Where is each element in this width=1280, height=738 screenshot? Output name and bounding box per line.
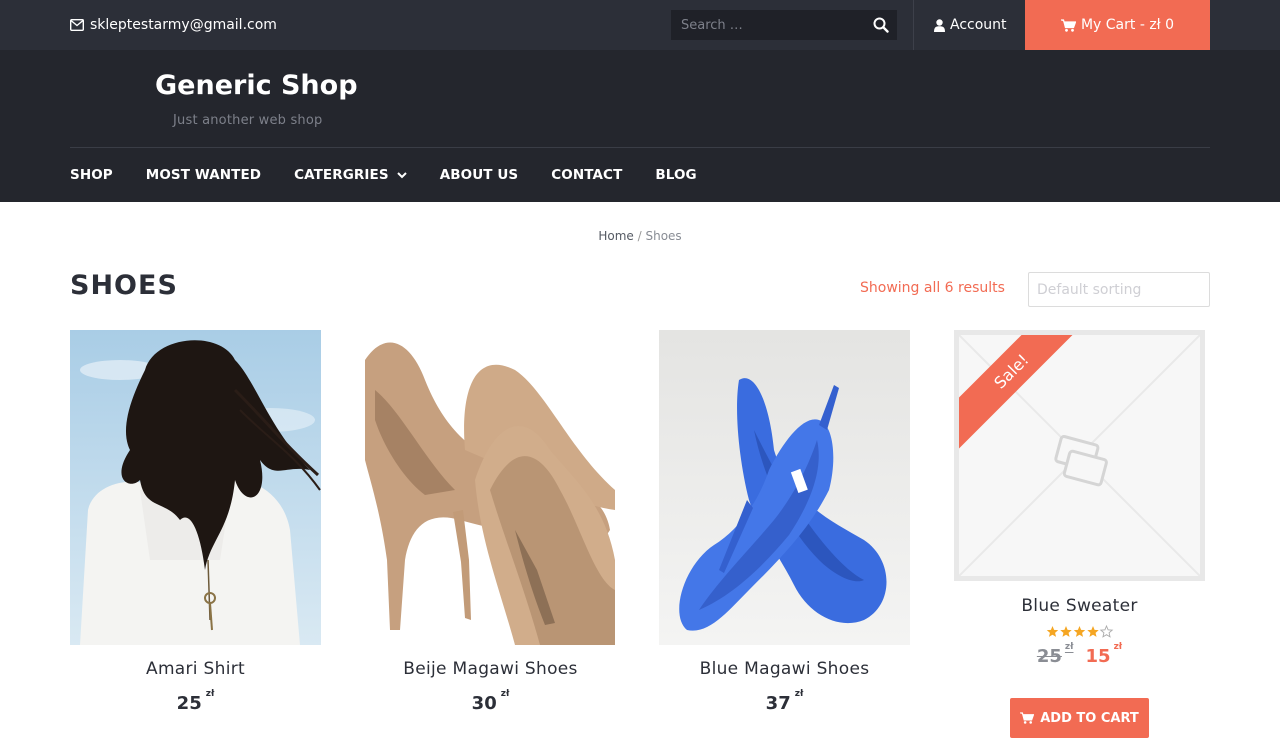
nav-item-label: ABOUT US [439, 167, 519, 183]
cart-icon [1020, 712, 1035, 724]
product-card: Blue Magawi Shoes 37 zł [659, 330, 910, 714]
nav-item-label: SHOP [70, 167, 113, 183]
site-header: Generic Shop Just another web shop SHOP … [0, 50, 1280, 202]
rating-star [1073, 626, 1085, 637]
product-price: 25 zł [70, 689, 321, 714]
top-bar-divider [913, 0, 914, 50]
nav-item-label: MOST WANTED [145, 167, 262, 183]
account-label: Account [950, 17, 1007, 33]
product-photo-woman [70, 330, 321, 645]
nav-item-label: CATERGRIES [294, 167, 389, 183]
breadcrumb-current: Shoes [645, 229, 682, 243]
rating-star [1059, 626, 1072, 637]
star-rating [954, 625, 1205, 638]
breadcrumb-separator: / [637, 229, 642, 243]
old-price-value: 25 [1036, 646, 1062, 667]
product-image[interactable] [365, 330, 616, 645]
rating-star [1046, 626, 1058, 637]
product-card: Sale! Blue Sweater 25 zł 15 zł ADD TO CART [954, 330, 1205, 738]
chevron-down-icon [396, 171, 407, 178]
user-icon [934, 18, 945, 32]
add-to-cart-button[interactable]: ADD TO CART [1010, 698, 1149, 738]
product-photo-blue-heels [659, 330, 910, 645]
product-card: Amari Shirt 25 zł [70, 330, 321, 714]
price-value: 30 [471, 693, 497, 714]
product-price: 25 zł 15 zł [954, 642, 1205, 667]
sorting-select[interactable]: Default sorting [1028, 272, 1210, 307]
price-currency: zł [1064, 642, 1074, 652]
product-name[interactable]: Blue Sweater [954, 596, 1205, 616]
product-name[interactable]: Beije Magawi Shoes [365, 659, 616, 679]
nav-item-most-wanted[interactable]: MOST WANTED [146, 167, 261, 183]
old-price: 25 zł [1036, 642, 1074, 667]
cart-button[interactable]: My Cart - zł 0 [1025, 0, 1210, 50]
price-currency: zł [205, 689, 215, 699]
page-title: SHOES [70, 270, 178, 301]
product-photo-beige-heels [365, 330, 616, 645]
account-link[interactable]: Account [934, 0, 1007, 50]
price-currency: zł [794, 689, 804, 699]
search-icon[interactable] [873, 17, 889, 33]
main-nav: SHOP MOST WANTED CATERGRIES ABOUT US CON… [70, 148, 730, 202]
product-price: 30 zł [365, 689, 616, 714]
site-title[interactable]: Generic Shop [155, 70, 358, 101]
top-bar: skleptestarmy@gmail.com Account My Cart … [0, 0, 1280, 50]
contact-email-text: skleptestarmy@gmail.com [90, 17, 277, 33]
product-price: 37 zł [659, 689, 910, 714]
add-to-cart-label: ADD TO CART [1040, 710, 1139, 726]
nav-item-label: BLOG [655, 167, 697, 183]
nav-item-contact[interactable]: CONTACT [551, 167, 622, 183]
nav-item-blog[interactable]: BLOG [655, 167, 696, 183]
nav-item-label: CONTACT [551, 167, 623, 183]
breadcrumb: Home / Shoes [0, 229, 1280, 243]
price-value: 37 [765, 693, 791, 714]
sale-price-value: 15 [1085, 646, 1111, 667]
rating-star [1099, 625, 1113, 638]
price-currency: zł [1113, 642, 1123, 652]
product-image[interactable] [659, 330, 910, 645]
product-image[interactable]: Sale! [954, 330, 1205, 581]
search-box [671, 10, 897, 40]
result-count: Showing all 6 results [860, 280, 1005, 296]
search-input[interactable] [671, 17, 861, 33]
sale-price: 15 zł [1085, 642, 1123, 667]
site-tagline: Just another web shop [173, 113, 323, 128]
product-image[interactable] [70, 330, 321, 645]
breadcrumb-home[interactable]: Home [598, 229, 633, 243]
price-currency: zł [500, 689, 510, 699]
nav-item-shop[interactable]: SHOP [70, 167, 113, 183]
rating-stars-icon [1046, 625, 1113, 638]
sorting-select-value: Default sorting [1037, 281, 1142, 298]
product-name[interactable]: Blue Magawi Shoes [659, 659, 910, 679]
price-value: 25 [176, 693, 202, 714]
envelope-icon [70, 19, 84, 31]
cart-icon [1060, 18, 1076, 32]
cart-label: My Cart - zł 0 [1080, 17, 1175, 33]
nav-item-categories[interactable]: CATERGRIES [294, 167, 407, 183]
nav-item-about-us[interactable]: ABOUT US [440, 167, 519, 183]
product-card: Beije Magawi Shoes 30 zł [365, 330, 616, 714]
product-name[interactable]: Amari Shirt [70, 659, 321, 679]
rating-star [1086, 626, 1099, 637]
contact-email[interactable]: skleptestarmy@gmail.com [70, 0, 277, 50]
